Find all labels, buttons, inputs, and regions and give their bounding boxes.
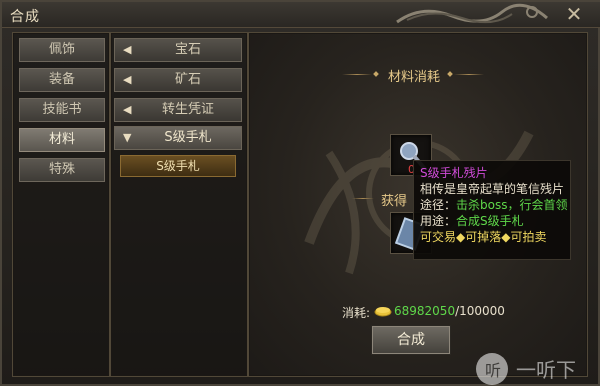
cost-value: 68982050/100000 [394,304,505,318]
tooltip-description: 相传是皇帝起草的笔信残片 [420,182,565,196]
category-label: 佩饰 [48,42,75,57]
collapsed-arrow-icon: ◀ [123,43,132,56]
subcategory-gem[interactable]: ◀ 宝石 [114,38,242,62]
gold-coin-icon [374,307,392,317]
category-skillbook[interactable]: 技能书 [19,98,105,122]
window-title: 合成 [10,9,40,25]
dragon-ornament-icon [396,3,548,24]
item-tooltip: S级手札残片 相传是皇帝起草的笔信残片 途径：击杀boss，行会首领 用途：合成… [413,160,571,260]
recipe-item-s-manuscript[interactable]: S级手札 [120,155,236,177]
materials-header: 材料消耗 [387,70,440,85]
close-icon: ✕ [565,2,583,26]
cost-label: 消耗: [342,306,371,320]
subcategory-ore[interactable]: ◀ 矿石 [114,68,242,92]
tooltip-use: 用途：合成S级手札 [420,213,564,229]
result-header: 获得 [380,194,407,209]
svg-text:听: 听 [485,361,501,380]
subcategory-s-manuscript[interactable]: ▼ S级手札 [114,126,242,150]
title-bar[interactable]: 合成 ✕ [2,2,600,28]
tooltip-source-label: 途径： [420,198,457,212]
header-divider [454,74,484,75]
category-equipment[interactable]: 装备 [19,68,105,92]
category-label: 特殊 [48,162,75,177]
tooltip-source-value: 击杀boss，行会首领 [456,198,568,212]
subcategory-label: 矿石 [174,72,201,87]
recipe-item-label: S级手札 [156,159,200,173]
tooltip-use-value: 合成S级手札 [456,214,524,228]
craft-button[interactable]: 合成 [372,326,450,354]
watermark: 一听下 听 [472,347,600,386]
tooltip-source: 途径：击杀boss，行会首领 [420,197,568,213]
category-special[interactable]: 特殊 [19,158,105,182]
tooltip-use-label: 用途： [420,214,457,228]
subcategory-label: S级手札 [164,130,212,145]
category-label: 装备 [48,72,75,87]
category-accessory[interactable]: 佩饰 [19,38,105,62]
tooltip-flags: 可交易◆可掉落◆可拍卖 [420,230,547,244]
subcategory-rebirth-voucher[interactable]: ◀ 转生凭证 [114,98,242,122]
cost-need: 100000 [459,304,505,318]
category-material[interactable]: 材料 [19,128,105,152]
category-label: 技能书 [42,102,82,117]
category-label: 材料 [48,132,75,147]
tooltip-item-name: S级手札残片 [420,166,488,180]
header-divider [352,198,374,199]
collapsed-arrow-icon: ◀ [123,73,132,86]
cost-have: 68982050 [394,304,456,318]
subcategory-label: 宝石 [174,42,201,57]
expanded-arrow-icon: ▼ [123,131,132,144]
subcategory-label: 转生凭证 [161,102,214,117]
close-button[interactable]: ✕ [560,2,588,28]
watermark-logo-icon: 一听下 听 [476,353,576,385]
collapsed-arrow-icon: ◀ [123,103,132,116]
header-divider [342,74,372,75]
svg-text:一听下: 一听下 [516,358,576,382]
compose-window: 合成 ✕ 佩饰 装备 技能书 材料 特殊 ◀ 宝石 ◀ 矿石 ◀ 转生凭证 ▼ … [0,0,600,386]
